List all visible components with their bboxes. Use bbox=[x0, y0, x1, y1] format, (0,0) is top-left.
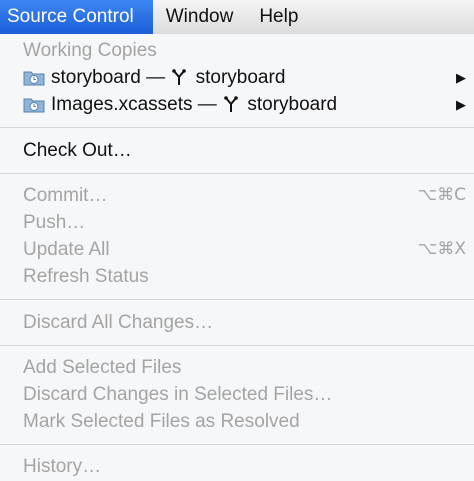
branch-name: storyboard bbox=[195, 67, 286, 88]
menu-separator bbox=[0, 127, 474, 128]
working-copy-separator: — bbox=[197, 94, 217, 115]
refresh-status-item[interactable]: Refresh Status bbox=[0, 263, 474, 290]
push-label: Push… bbox=[23, 212, 86, 233]
commit-label: Commit… bbox=[23, 185, 108, 206]
working-copy-item[interactable]: storyboard — storyboard ▶ bbox=[0, 64, 474, 91]
menubar: Source Control Window Help bbox=[0, 0, 474, 35]
discard-selected-label: Discard Changes in Selected Files… bbox=[23, 384, 333, 405]
menu-separator bbox=[0, 444, 474, 445]
mark-resolved-item[interactable]: Mark Selected Files as Resolved bbox=[0, 408, 474, 435]
add-selected-label: Add Selected Files bbox=[23, 357, 182, 378]
history-label: History… bbox=[23, 456, 102, 477]
working-copy-separator: — bbox=[146, 67, 166, 88]
branch-icon bbox=[172, 69, 187, 85]
menu-separator bbox=[0, 299, 474, 300]
menubar-source-control[interactable]: Source Control bbox=[0, 0, 153, 34]
update-all-item[interactable]: Update All ⌥⌘X bbox=[0, 236, 474, 263]
folder-clock-icon bbox=[23, 98, 45, 113]
refresh-status-label: Refresh Status bbox=[23, 266, 149, 287]
branch-icon bbox=[224, 96, 238, 112]
folder-clock-icon bbox=[23, 71, 45, 86]
menubar-help[interactable]: Help bbox=[246, 0, 311, 34]
menubar-window[interactable]: Window bbox=[153, 0, 247, 34]
working-copy-item[interactable]: Images.xcassets — storyboard ▶ bbox=[0, 91, 474, 118]
branch-name: storyboard bbox=[247, 94, 338, 115]
source-control-menu: Working Copies storyboard — storyboard ▶… bbox=[0, 34, 474, 481]
discard-selected-item[interactable]: Discard Changes in Selected Files… bbox=[0, 381, 474, 408]
working-copies-header: Working Copies bbox=[0, 37, 474, 64]
menu-separator bbox=[0, 345, 474, 346]
push-item[interactable]: Push… bbox=[0, 209, 474, 236]
menu-separator bbox=[0, 173, 474, 174]
mark-resolved-label: Mark Selected Files as Resolved bbox=[23, 411, 300, 432]
history-item[interactable]: History… bbox=[0, 453, 474, 480]
discard-all-label: Discard All Changes… bbox=[23, 312, 214, 333]
triangle-right-icon: ▶ bbox=[456, 70, 466, 85]
update-all-shortcut: ⌥⌘X bbox=[417, 239, 466, 259]
check-out-item[interactable]: Check Out… bbox=[0, 137, 474, 164]
working-copy-name: Images.xcassets bbox=[51, 94, 193, 115]
triangle-right-icon: ▶ bbox=[456, 97, 466, 112]
update-all-label: Update All bbox=[23, 239, 110, 260]
working-copy-name: storyboard bbox=[51, 67, 141, 88]
check-out-label: Check Out… bbox=[23, 140, 132, 161]
section-header-label: Working Copies bbox=[23, 40, 157, 61]
add-selected-files-item[interactable]: Add Selected Files bbox=[0, 354, 474, 381]
commit-item[interactable]: Commit… ⌥⌘C bbox=[0, 182, 474, 209]
commit-shortcut: ⌥⌘C bbox=[417, 185, 466, 205]
discard-all-item[interactable]: Discard All Changes… bbox=[0, 309, 474, 336]
